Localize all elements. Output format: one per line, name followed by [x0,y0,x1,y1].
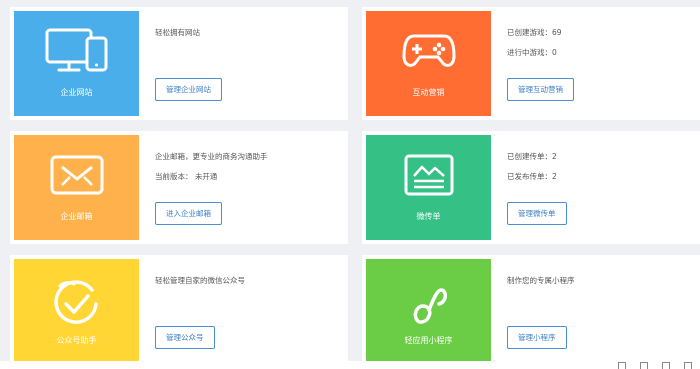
tile-label: 企业邮箱 [60,212,93,221]
tile-micro-leaflet[interactable]: 微传单 [366,135,491,240]
tile-label: 轻应用小程序 [404,336,453,345]
card-official-account: 公众号助手 轻松管理自家的微信公众号 管理公众号 [10,255,348,368]
tray-icon[interactable] [662,361,670,369]
tile-mini-program[interactable]: 轻应用小程序 [366,259,491,364]
card-interactive-marketing: 互动营销 已创建游戏：69 进行中游戏：0 管理互动营销 [362,7,700,120]
tile-label: 企业网站 [60,88,93,97]
bottom-bar [0,361,700,369]
tile-label: 微传单 [416,212,441,221]
enter-email-button[interactable]: 进入企业邮箱 [155,202,222,225]
manage-website-button[interactable]: 管理企业网站 [155,78,222,101]
tray-icon[interactable] [640,361,648,369]
gamepad-icon [366,11,491,91]
tray-icon[interactable] [618,361,626,369]
card-description: 轻松管理自家的微信公众号 [155,276,245,285]
leaflets-published-stat: 已发布传单：2 [507,172,557,181]
games-created-stat: 已创建游戏：69 [507,28,562,37]
card-mini-program: 轻应用小程序 制作您的专属小程序 管理小程序 [362,255,700,368]
tile-interactive-marketing[interactable]: 互动营销 [366,11,491,116]
envelope-icon [14,135,139,215]
tile-official-account[interactable]: 公众号助手 [14,259,139,364]
manage-marketing-button[interactable]: 管理互动营销 [507,78,574,101]
current-version: 当前版本： 未开通 [155,172,218,181]
tray-icon[interactable] [684,361,692,369]
tile-enterprise-email[interactable]: 企业邮箱 [14,135,139,240]
mini-program-icon [366,265,491,345]
manage-mini-program-button[interactable]: 管理小程序 [507,326,567,349]
games-running-stat: 进行中游戏：0 [507,48,557,57]
tile-enterprise-website[interactable]: 企业网站 [14,11,139,116]
computer-monitor-icon [14,11,139,91]
tile-label: 公众号助手 [56,336,97,345]
card-enterprise-website: 企业网站 轻松拥有网站 管理企业网站 [10,7,348,120]
tile-label: 互动营销 [412,88,445,97]
leaflet-icon [366,135,491,215]
card-description: 制作您的专属小程序 [507,276,575,285]
system-tray [618,361,692,369]
card-enterprise-email: 企业邮箱 企业邮箱，更专业的商务沟通助手 当前版本： 未开通 进入企业邮箱 [10,131,348,244]
manage-leaflet-button[interactable]: 管理微传单 [507,202,567,225]
card-description: 轻松拥有网站 [155,28,200,37]
manage-official-account-button[interactable]: 管理公众号 [155,326,215,349]
card-micro-leaflet: 微传单 已创建传单：2 已发布传单：2 管理微传单 [362,131,700,244]
card-description: 企业邮箱，更专业的商务沟通助手 [155,152,268,161]
checkmark-circle-icon [14,265,139,345]
leaflets-created-stat: 已创建传单：2 [507,152,557,161]
